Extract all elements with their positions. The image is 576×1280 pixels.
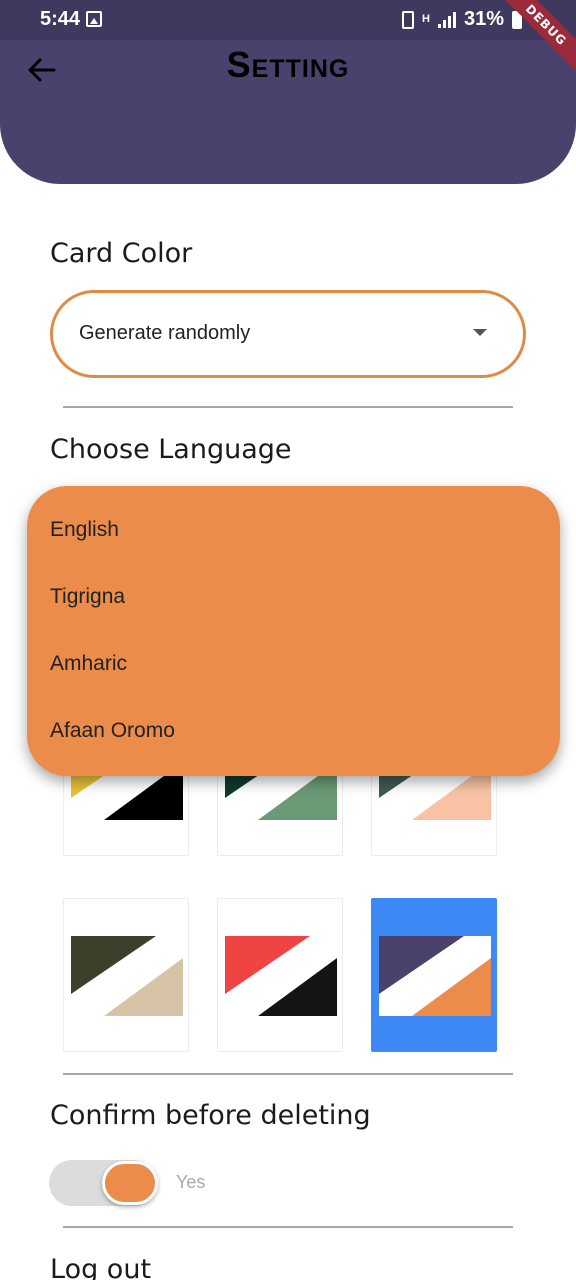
network-type: H xyxy=(422,13,430,25)
card-color-dropdown-value: Generate randomly xyxy=(79,322,251,344)
dropdown-arrow-icon xyxy=(473,329,487,336)
language-option-amharic[interactable]: Amharic xyxy=(50,652,127,676)
signal-icon xyxy=(437,11,456,28)
card-color-label: Card Color xyxy=(50,238,193,269)
divider xyxy=(63,406,513,408)
card-color-dropdown[interactable]: Generate randomly xyxy=(50,290,526,378)
confirm-delete-label: Confirm before deleting xyxy=(50,1100,371,1131)
color-theme-card[interactable] xyxy=(217,898,343,1052)
confirm-toggle-thumb[interactable] xyxy=(102,1161,158,1205)
divider xyxy=(63,1226,513,1228)
header: 5:44 H 31% DEBUG Setting xyxy=(0,0,576,184)
page-title: Setting xyxy=(226,44,350,85)
color-theme-swatch xyxy=(225,936,337,1016)
language-option-afaan-oromo[interactable]: Afaan Oromo xyxy=(50,719,175,743)
image-icon xyxy=(86,11,102,27)
status-time: 5:44 xyxy=(40,8,81,30)
divider xyxy=(63,1073,513,1075)
language-menu: English Tigrigna Amharic Afaan Oromo xyxy=(27,486,560,776)
color-theme-card[interactable] xyxy=(63,898,189,1052)
status-bar: 5:44 H 31% xyxy=(0,0,576,40)
logout-button[interactable]: Log out xyxy=(50,1254,151,1280)
color-theme-card[interactable] xyxy=(371,898,497,1052)
confirm-toggle-label: Yes xyxy=(176,1172,206,1192)
language-option-english[interactable]: English xyxy=(50,518,119,542)
language-option-tigrigna[interactable]: Tigrigna xyxy=(50,585,125,609)
choose-language-label: Choose Language xyxy=(50,434,292,465)
battery-alert-icon xyxy=(402,10,415,29)
status-icons: H 31% xyxy=(402,8,522,31)
color-theme-swatch xyxy=(379,936,491,1016)
battery-percentage: 31% xyxy=(463,8,504,30)
color-theme-swatch xyxy=(71,936,183,1016)
